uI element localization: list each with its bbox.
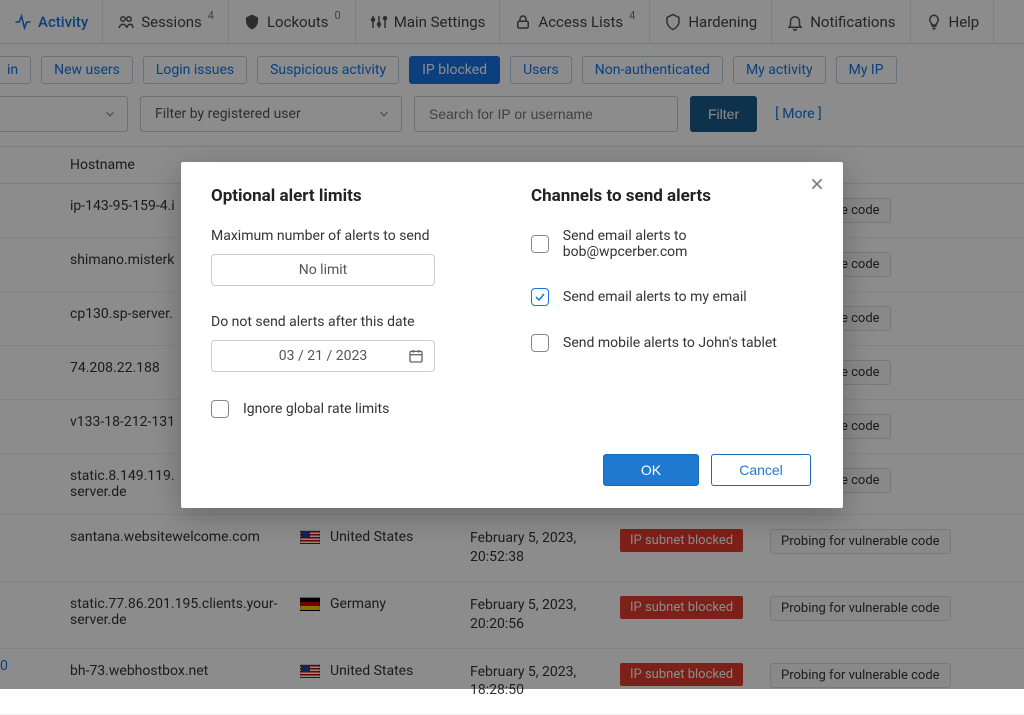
channel-email-bob-checkbox[interactable] (531, 235, 549, 253)
modal-col-channels: Channels to send alerts Send email alert… (531, 186, 811, 446)
date-input[interactable]: 03 / 21 / 2023 (211, 340, 435, 372)
max-alerts-value: No limit (299, 262, 348, 278)
channel-mobile-checkbox[interactable] (531, 334, 549, 352)
limits-heading: Optional alert limits (211, 186, 491, 206)
channel-email-bob-label: Send email alerts to bob@wpcerber.com (563, 228, 811, 260)
date-cutoff-label: Do not send alerts after this date (211, 314, 491, 330)
date-value: 03 / 21 / 2023 (279, 348, 367, 364)
ignore-rate-label: Ignore global rate limits (243, 401, 389, 417)
close-button[interactable] (805, 172, 829, 196)
channel-email-my-checkbox[interactable] (531, 288, 549, 306)
modal-overlay[interactable]: Optional alert limits Maximum number of … (0, 0, 1024, 689)
modal-col-limits: Optional alert limits Maximum number of … (211, 186, 491, 446)
ok-button[interactable]: OK (603, 454, 699, 486)
max-alerts-input[interactable]: No limit (211, 254, 435, 286)
max-alerts-label: Maximum number of alerts to send (211, 228, 491, 244)
channels-heading: Channels to send alerts (531, 186, 811, 206)
alert-settings-modal: Optional alert limits Maximum number of … (181, 162, 843, 508)
channel-email-my-label: Send email alerts to my email (563, 289, 747, 305)
cancel-button[interactable]: Cancel (711, 454, 811, 486)
calendar-icon (408, 348, 424, 364)
ignore-rate-checkbox[interactable] (211, 400, 229, 418)
channel-mobile-label: Send mobile alerts to John's tablet (563, 335, 777, 351)
